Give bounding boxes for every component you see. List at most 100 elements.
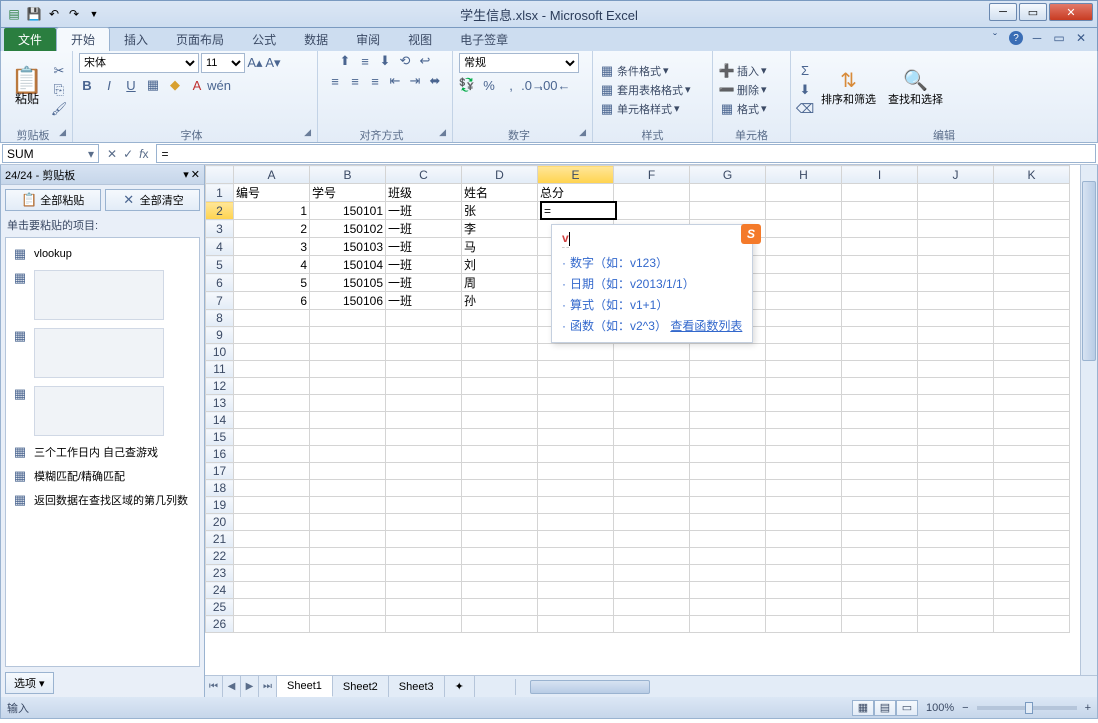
cell[interactable] [234,361,310,378]
cell[interactable] [766,361,842,378]
cell[interactable]: 周 [462,274,538,292]
cell[interactable] [614,395,690,412]
cell[interactable]: 150102 [310,220,386,238]
cell[interactable] [918,395,994,412]
cell[interactable]: 6 [234,292,310,310]
cell[interactable] [842,582,918,599]
underline-icon[interactable]: U [123,77,139,93]
align-launcher-icon[interactable]: ◢ [439,127,446,138]
cell[interactable] [386,344,462,361]
font-color-icon[interactable]: A [189,77,205,93]
cell[interactable] [918,480,994,497]
cell[interactable] [310,378,386,395]
row-header[interactable]: 20 [206,514,234,531]
cell[interactable] [614,531,690,548]
cell[interactable] [842,429,918,446]
orientation-icon[interactable]: ⟲ [397,53,413,69]
row-header[interactable]: 19 [206,497,234,514]
column-header[interactable]: K [994,166,1070,184]
cell[interactable] [994,274,1070,292]
cell[interactable] [234,327,310,344]
cell[interactable] [994,565,1070,582]
align-left-icon[interactable]: ≡ [327,73,343,89]
cell[interactable]: 150105 [310,274,386,292]
cell[interactable] [234,531,310,548]
cell[interactable] [614,514,690,531]
column-header[interactable]: E [538,166,614,184]
cell[interactable] [842,361,918,378]
cell[interactable] [918,582,994,599]
column-header[interactable]: J [918,166,994,184]
cell[interactable]: 1 [234,202,310,220]
cell[interactable] [994,599,1070,616]
cell[interactable] [766,292,842,310]
cell[interactable]: 150101 [310,202,386,220]
cell[interactable] [842,378,918,395]
cell[interactable] [538,202,614,220]
tab-insert[interactable]: 插入 [110,28,162,51]
cell[interactable] [918,412,994,429]
zoom-out-button[interactable]: − [962,702,968,714]
cell[interactable] [234,310,310,327]
cell[interactable] [234,463,310,480]
sort-filter-button[interactable]: ⇅排序和筛选 [817,71,880,109]
cell[interactable] [234,429,310,446]
cell[interactable] [766,310,842,327]
cell[interactable] [690,548,766,565]
cell[interactable] [690,616,766,633]
cell[interactable] [310,480,386,497]
sheet-tab[interactable]: Sheet3 [389,676,445,697]
row-header[interactable]: 11 [206,361,234,378]
increase-font-icon[interactable]: A▴ [247,55,263,71]
help-icon[interactable]: ? [1009,31,1023,45]
cell[interactable] [690,344,766,361]
cell[interactable] [462,429,538,446]
cell[interactable]: 刘 [462,256,538,274]
cell[interactable] [234,582,310,599]
cell[interactable] [234,446,310,463]
cell[interactable] [994,463,1070,480]
cell[interactable] [766,202,842,220]
view-layout-icon[interactable]: ▤ [874,700,896,716]
cell[interactable] [766,463,842,480]
merge-icon[interactable]: ⬌ [427,73,443,89]
cell[interactable] [994,446,1070,463]
cell[interactable] [310,582,386,599]
cell[interactable] [918,463,994,480]
select-all-corner[interactable] [206,166,234,184]
cell[interactable] [614,202,690,220]
cell[interactable] [994,548,1070,565]
align-right-icon[interactable]: ≡ [367,73,383,89]
cell[interactable]: 4 [234,256,310,274]
row-header[interactable]: 16 [206,446,234,463]
ime-suggestion[interactable]: ·算式（如：v1+1） [562,294,742,315]
close-button[interactable]: ✕ [1049,3,1093,21]
cell[interactable]: 孙 [462,292,538,310]
cell[interactable] [766,548,842,565]
align-middle-icon[interactable]: ≡ [357,53,373,69]
cell[interactable] [994,344,1070,361]
cell[interactable] [690,497,766,514]
cell[interactable] [310,463,386,480]
cell[interactable] [538,395,614,412]
fill-icon[interactable]: ⬇ [797,82,813,98]
cell[interactable] [462,463,538,480]
format-painter-icon[interactable]: 🖌 [51,101,67,117]
cell[interactable] [842,344,918,361]
cell[interactable] [386,429,462,446]
cell[interactable] [918,361,994,378]
cell[interactable] [690,531,766,548]
cell[interactable] [918,292,994,310]
cell[interactable] [234,344,310,361]
namebox-dropdown-icon[interactable]: ▾ [88,147,94,161]
cell[interactable] [842,480,918,497]
clipboard-launcher-icon[interactable]: ◢ [59,127,66,138]
cell[interactable]: 张 [462,202,538,220]
ime-link[interactable]: 查看函数列表 [670,319,742,333]
column-header[interactable]: C [386,166,462,184]
cell[interactable] [234,548,310,565]
cell[interactable] [462,565,538,582]
autosum-icon[interactable]: Σ [797,63,813,79]
cell[interactable] [538,361,614,378]
cell[interactable] [842,446,918,463]
